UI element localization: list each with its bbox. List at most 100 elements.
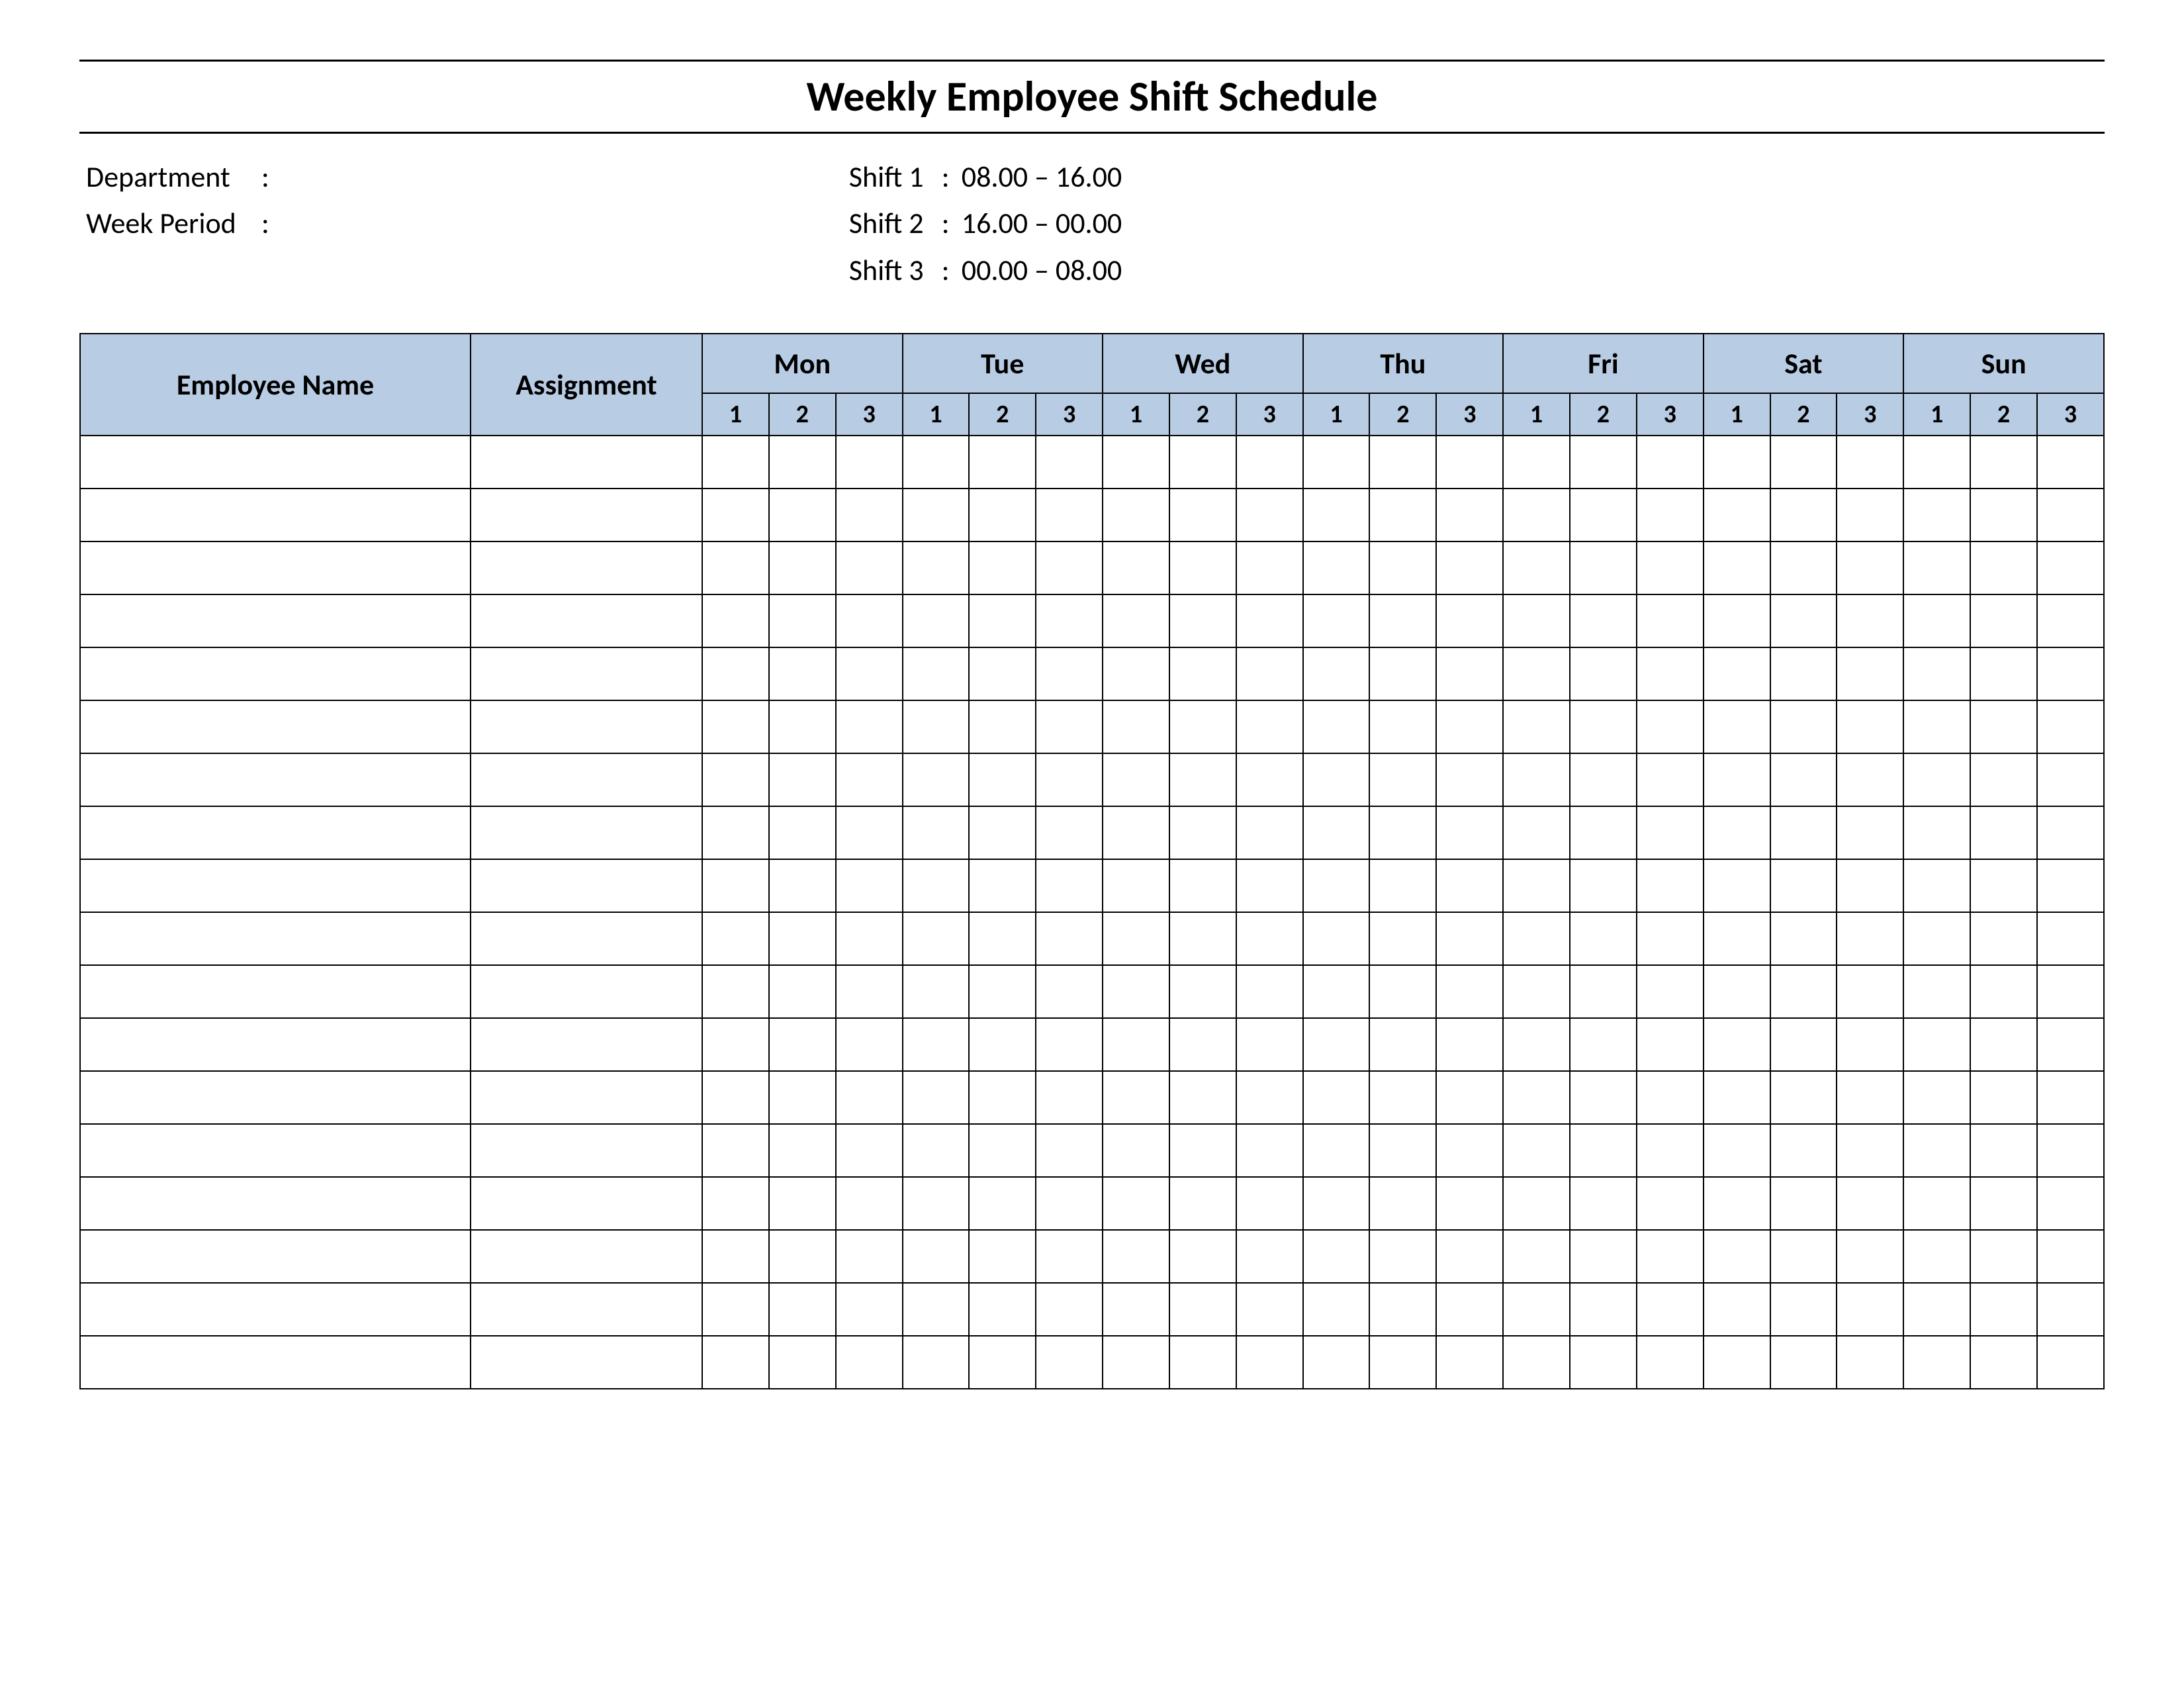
shift-cell: [1970, 1124, 2037, 1177]
assignment-cell: [471, 753, 702, 806]
shift-1-label: Shift 1: [849, 154, 942, 200]
shift-sub-header: 3: [1236, 393, 1303, 436]
shift-cell: [1837, 1283, 1903, 1336]
shift-cell: [1837, 1230, 1903, 1283]
shift-cell: [1770, 541, 1837, 594]
shift-cell: [1236, 912, 1303, 965]
shift-cell: [702, 753, 769, 806]
assignment-cell: [471, 647, 702, 700]
info-section: Department : Week Period : Shift 1 : 08.…: [79, 154, 2105, 293]
shift-cell: [1103, 859, 1169, 912]
shift-cell: [836, 806, 903, 859]
shift-sub-header: 1: [903, 393, 970, 436]
shift-cell: [1704, 912, 1770, 965]
shift-cell: [702, 1124, 769, 1177]
day-header: Tue: [903, 334, 1103, 393]
shift-cell: [1570, 806, 1637, 859]
shift-cell: [1704, 1283, 1770, 1336]
shift-cell: [1704, 965, 1770, 1018]
shift-cell: [1236, 1230, 1303, 1283]
shift-cell: [1637, 965, 1704, 1018]
shift-cell: [1503, 1230, 1570, 1283]
shift-cell: [1837, 965, 1903, 1018]
shift-cell: [1637, 1124, 1704, 1177]
assignment-cell: [471, 541, 702, 594]
shift-cell: [1704, 1230, 1770, 1283]
shift-cell: [836, 1283, 903, 1336]
shift-cell: [769, 541, 836, 594]
shift-cell: [1503, 1018, 1570, 1071]
shift-cell: [1036, 753, 1103, 806]
shift-cell: [836, 541, 903, 594]
shift-cell: [1970, 594, 2037, 647]
shift-cell: [1970, 1071, 2037, 1124]
shift-cell: [1570, 1336, 1637, 1389]
shift-cell: [1704, 753, 1770, 806]
shift-cell: [1303, 1283, 1370, 1336]
table-row: [80, 806, 2104, 859]
shift-cell: [1903, 1230, 1970, 1283]
shift-cell: [1103, 1283, 1169, 1336]
shift-cell: [969, 1177, 1036, 1230]
shift-cell: [1770, 700, 1837, 753]
shift-cell: [1036, 859, 1103, 912]
employee-name-cell: [80, 1177, 471, 1230]
table-row: [80, 1177, 2104, 1230]
shift-cell: [769, 489, 836, 541]
assignment-cell: [471, 1071, 702, 1124]
shift-sub-header: 1: [1303, 393, 1370, 436]
shift-cell: [1704, 1336, 1770, 1389]
shift-cell: [1570, 541, 1637, 594]
shift-cell: [1436, 965, 1503, 1018]
shift-cell: [836, 1336, 903, 1389]
day-header-row: Employee Name Assignment MonTueWedThuFri…: [80, 334, 2104, 393]
shift-cell: [1103, 489, 1169, 541]
shift-cell: [1704, 700, 1770, 753]
shift-cell: [1303, 859, 1370, 912]
shift-cell: [1903, 912, 1970, 965]
assignment-cell: [471, 965, 702, 1018]
shift-cell: [969, 753, 1036, 806]
shift-cell: [1704, 647, 1770, 700]
shift-sub-header: 3: [836, 393, 903, 436]
shift-cell: [1970, 965, 2037, 1018]
shift-cell: [1169, 1018, 1236, 1071]
shift-cell: [836, 647, 903, 700]
shift-cell: [2037, 1018, 2104, 1071]
shift-cell: [1036, 1283, 1103, 1336]
assignment-header: Assignment: [471, 334, 702, 436]
table-body: [80, 436, 2104, 1389]
shift-cell: [1169, 912, 1236, 965]
shift-cell: [1436, 1018, 1503, 1071]
shift-cell: [1236, 965, 1303, 1018]
shift-cell: [702, 700, 769, 753]
shift-sub-header: 1: [1103, 393, 1169, 436]
shift-cell: [1036, 1336, 1103, 1389]
shift-cell: [1770, 1018, 1837, 1071]
shift-cell: [769, 912, 836, 965]
shift-sub-header: 1: [1704, 393, 1770, 436]
colon: :: [942, 154, 962, 200]
shift-cell: [702, 965, 769, 1018]
table-row: [80, 541, 2104, 594]
employee-name-cell: [80, 489, 471, 541]
shift-cell: [1369, 806, 1436, 859]
shift-cell: [1837, 1018, 1903, 1071]
shift-cell: [1503, 1124, 1570, 1177]
shift-cell: [1570, 1230, 1637, 1283]
shift-cell: [1303, 489, 1370, 541]
shift-cell: [1036, 647, 1103, 700]
day-header: Sat: [1704, 334, 1904, 393]
shift-cell: [2037, 1230, 2104, 1283]
shift-cell: [702, 1071, 769, 1124]
shift-cell: [903, 1283, 970, 1336]
shift-cell: [1369, 1018, 1436, 1071]
shift-cell: [1903, 859, 1970, 912]
employee-name-cell: [80, 594, 471, 647]
shift-cell: [769, 436, 836, 489]
shift-cell: [1303, 1177, 1370, 1230]
shift-cell: [836, 965, 903, 1018]
shift-cell: [1169, 594, 1236, 647]
shift-cell: [969, 1018, 1036, 1071]
shift-cell: [702, 912, 769, 965]
